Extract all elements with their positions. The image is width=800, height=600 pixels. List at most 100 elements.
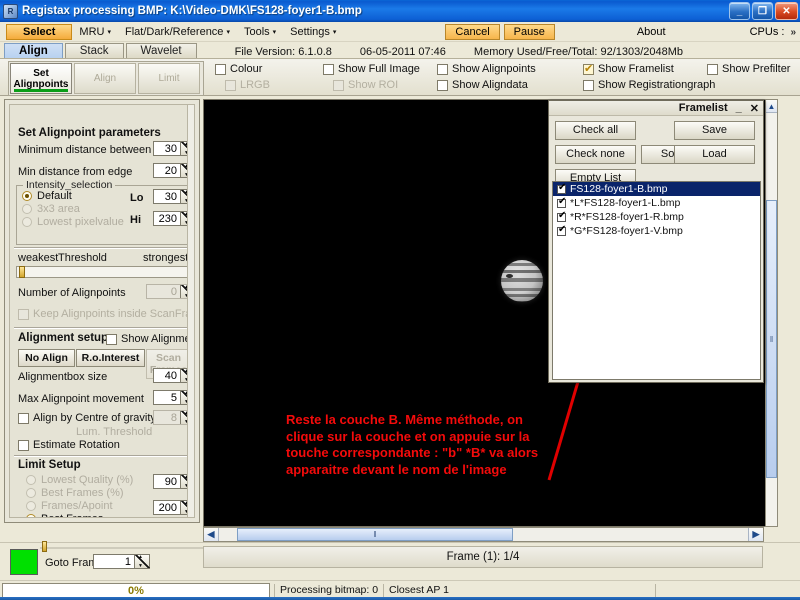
checkbox-lrgb: LRGB — [225, 79, 270, 91]
lo-value: 30 — [154, 190, 180, 203]
radio-intensity-lowest-dot — [22, 217, 32, 227]
vertical-scroll-thumb[interactable]: ‖ — [766, 200, 777, 478]
min-distance-between-label: Minimum distance between — [18, 144, 151, 156]
checkbox-estimate-rotation[interactable]: Estimate Rotation — [18, 439, 120, 451]
list-item-checkbox[interactable] — [557, 227, 566, 236]
status-indicator — [10, 549, 38, 575]
about-button[interactable]: About — [629, 26, 674, 38]
radio-intensity-lowest: Lowest pixelvalue — [22, 216, 124, 228]
menu-bar: Select MRU▾ Flat/Dark/Reference▾ Tools▾ … — [0, 22, 800, 42]
save-button[interactable]: Save — [674, 121, 755, 140]
list-item-label: *L*FS128-foyer1-L.bmp — [570, 197, 680, 209]
goto-frame-stepper[interactable]: 1 — [93, 554, 150, 569]
radio-intensity-3x3-dot — [22, 204, 32, 214]
checkbox-estimate-rotation-box — [18, 440, 29, 451]
menu-select-button[interactable]: Select — [6, 24, 72, 40]
cpus-label: CPUs : — [744, 26, 791, 38]
menu-item-mru[interactable]: MRU▾ — [72, 24, 118, 40]
menu-item-flat-dark-reference-label: Flat/Dark/Reference — [125, 26, 223, 38]
check-all-button[interactable]: Check all — [555, 121, 636, 140]
alignmentbox-size-text: Alignmentbox size — [18, 371, 107, 383]
radio-intensity-default-label: Default — [37, 190, 72, 202]
limit-setup-title-text: Limit Setup — [18, 459, 81, 471]
menu-item-settings[interactable]: Settings▾ — [283, 24, 343, 40]
maximize-icon[interactable]: ❐ — [752, 2, 773, 20]
tab-align[interactable]: Align — [4, 43, 63, 58]
checkbox-lrgb-box — [225, 80, 236, 91]
radio-frames-apoint-dot — [26, 501, 36, 511]
status-closest-ap: Closest AP 1 — [389, 584, 449, 596]
list-item-checkbox[interactable] — [557, 213, 566, 222]
menu-item-tools[interactable]: Tools▾ — [237, 24, 283, 40]
list-item-label: FS128-foyer1-B.bmp — [570, 183, 667, 195]
checkbox-show-aligndata[interactable]: Show Aligndata — [437, 79, 528, 91]
checkbox-show-alignment-box — [106, 334, 117, 345]
checkbox-show-alignment[interactable]: Show Alignment — [106, 333, 195, 345]
mode-align-button[interactable]: Align — [74, 63, 136, 94]
framelist-close-icon[interactable]: ✕ — [750, 102, 759, 115]
scroll-right-icon[interactable]: ▶ — [748, 528, 763, 541]
canvas-vertical-scrollbar[interactable]: ▲ ‖ — [765, 99, 778, 527]
list-item[interactable]: *L*FS128-foyer1-L.bmp — [553, 196, 760, 210]
window-controls: _ ❐ ✕ — [729, 2, 798, 20]
no-align-button[interactable]: No Align — [18, 349, 75, 367]
radio-best-frames[interactable]: Best Frames — [26, 513, 103, 518]
file-version-label: File Version: 6.1.0.8 — [235, 46, 332, 58]
check-none-button[interactable]: Check none — [555, 145, 636, 164]
cancel-button[interactable]: Cancel — [445, 24, 499, 40]
limit-value-2: 200 — [154, 501, 180, 514]
pause-button[interactable]: Pause — [504, 24, 555, 40]
list-item[interactable]: *G*FS128-foyer1-V.bmp — [553, 224, 760, 238]
load-button[interactable]: Load — [674, 145, 755, 164]
list-item[interactable]: FS128-foyer1-B.bmp — [553, 182, 760, 196]
tab-wavelet[interactable]: Wavelet — [126, 43, 197, 58]
mode-set-alignpoints-button[interactable]: Set Alignpoints — [10, 63, 72, 94]
datetime-label: 06-05-2011 07:46 — [360, 46, 446, 58]
left-panel-scrollbar[interactable] — [187, 105, 195, 518]
framelist-items[interactable]: FS128-foyer1-B.bmp *L*FS128-foyer1-L.bmp… — [552, 181, 761, 380]
canvas-horizontal-scrollbar[interactable]: ◀ ‖ ▶ — [203, 527, 764, 542]
min-distance-between-text: Minimum distance between — [18, 144, 151, 156]
threshold-weakest-text: weakest — [18, 252, 58, 264]
checkbox-show-framelist[interactable]: Show Framelist — [583, 63, 674, 75]
number-alignpoints-text: Number of Alignpoints — [18, 287, 126, 299]
frame-slider-knob[interactable] — [42, 541, 47, 552]
mode-limit-button[interactable]: Limit — [138, 63, 200, 94]
checkbox-align-centre-gravity-box — [18, 413, 29, 424]
checkbox-show-full-image[interactable]: Show Full Image — [323, 63, 420, 75]
stepper-arrows-icon[interactable] — [134, 555, 149, 568]
checkbox-align-centre-gravity[interactable]: Align by Centre of gravity — [18, 412, 156, 424]
horizontal-scroll-thumb[interactable]: ‖ — [237, 528, 513, 541]
scroll-left-icon[interactable]: ◀ — [204, 528, 219, 541]
list-item[interactable]: *R*FS128-foyer1-R.bmp — [553, 210, 760, 224]
threshold-slider[interactable] — [16, 266, 190, 278]
radio-best-frames-pct-label: Best Frames (%) — [41, 487, 124, 499]
checkbox-show-alignment-label: Show Alignment — [121, 333, 195, 345]
list-item-checkbox[interactable] — [557, 185, 566, 194]
threshold-slider-knob[interactable] — [19, 266, 25, 278]
menu-item-flat-dark-reference[interactable]: Flat/Dark/Reference▾ — [118, 24, 237, 40]
checkbox-show-full-image-box — [323, 64, 334, 75]
window-title: Registax processing BMP: K:\Video-DMK\FS… — [22, 5, 362, 17]
checkbox-show-alignpoints[interactable]: Show Alignpoints — [437, 63, 536, 75]
hi-label: Hi — [130, 214, 141, 226]
tab-stack[interactable]: Stack — [65, 43, 124, 58]
progress-bar: 0% — [2, 583, 270, 598]
radio-intensity-default[interactable]: Default — [22, 190, 72, 202]
checkbox-show-prefilter[interactable]: Show Prefilter — [707, 63, 790, 75]
framelist-title: Framelist — [679, 102, 728, 114]
annotation-text: Reste la couche B. Même méthode, on cliq… — [286, 412, 556, 478]
checkbox-show-registrationgraph[interactable]: Show Registrationgraph — [583, 79, 715, 91]
checkbox-colour[interactable]: Colour — [215, 63, 262, 75]
overflow-icon[interactable]: » — [790, 27, 796, 38]
chevron-down-icon: ▾ — [273, 29, 277, 36]
checkbox-show-registrationgraph-box — [583, 80, 594, 91]
minimize-icon[interactable]: _ — [729, 2, 750, 20]
framelist-minimize-icon[interactable]: _ — [736, 102, 742, 114]
roi-button[interactable]: R.o.Interest — [76, 349, 145, 367]
close-icon[interactable]: ✕ — [775, 2, 798, 20]
max-alignpoint-movement-value: 5 — [154, 391, 180, 404]
status-bar: 0% Processing bitmap: 0 Closest AP 1 — [0, 580, 800, 600]
list-item-checkbox[interactable] — [557, 199, 566, 208]
scroll-up-icon[interactable]: ▲ — [766, 100, 777, 113]
